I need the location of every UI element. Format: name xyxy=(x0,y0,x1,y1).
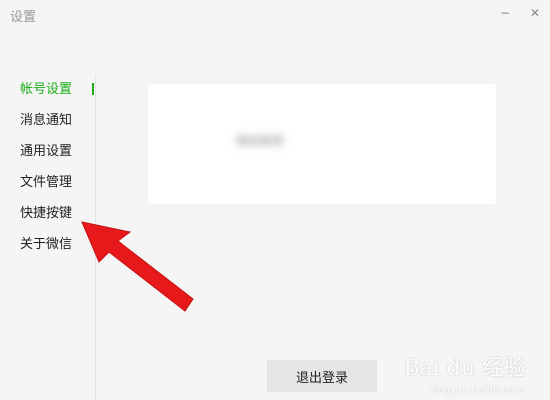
sidebar-item-label: 快捷按键 xyxy=(20,206,73,221)
baidu-watermark: Bai du 经验 xyxy=(403,356,526,381)
sidebar-item-notifications[interactable]: 消息通知 xyxy=(0,105,96,136)
sidebar-divider xyxy=(95,74,96,400)
sidebar-item-general[interactable]: 通用设置 xyxy=(0,136,96,167)
blurred-nickname: 微信昵称 xyxy=(236,134,285,148)
sidebar-item-files[interactable]: 文件管理 xyxy=(0,167,96,198)
settings-sidebar: 帐号设置 消息通知 通用设置 文件管理 快捷按键 关于微信 xyxy=(0,74,96,260)
account-card: 微信昵称 xyxy=(148,84,496,204)
sidebar-item-label: 通用设置 xyxy=(20,144,73,159)
sidebar-item-account[interactable]: 帐号设置 xyxy=(0,74,96,105)
sidebar-item-label: 文件管理 xyxy=(20,175,73,190)
settings-window: 设置 − ✕ 帐号设置 消息通知 通用设置 文件管理 快捷按键 关于微信 微信昵… xyxy=(0,0,550,400)
close-icon[interactable]: ✕ xyxy=(520,0,550,26)
window-title: 设置 xyxy=(10,10,37,25)
sidebar-item-label: 消息通知 xyxy=(20,113,73,128)
minimize-icon[interactable]: − xyxy=(490,0,520,26)
logout-button[interactable]: 退出登录 xyxy=(267,360,377,392)
active-indicator xyxy=(92,83,94,95)
sidebar-item-label: 帐号设置 xyxy=(20,82,73,97)
baidu-watermark-url: jingyan.baidu.com xyxy=(431,385,524,396)
sidebar-item-shortcuts[interactable]: 快捷按键 xyxy=(0,198,96,229)
sidebar-item-about[interactable]: 关于微信 xyxy=(0,229,96,260)
arrow-shape xyxy=(81,221,194,312)
sidebar-item-label: 关于微信 xyxy=(20,237,73,252)
window-controls: − ✕ xyxy=(490,0,550,26)
